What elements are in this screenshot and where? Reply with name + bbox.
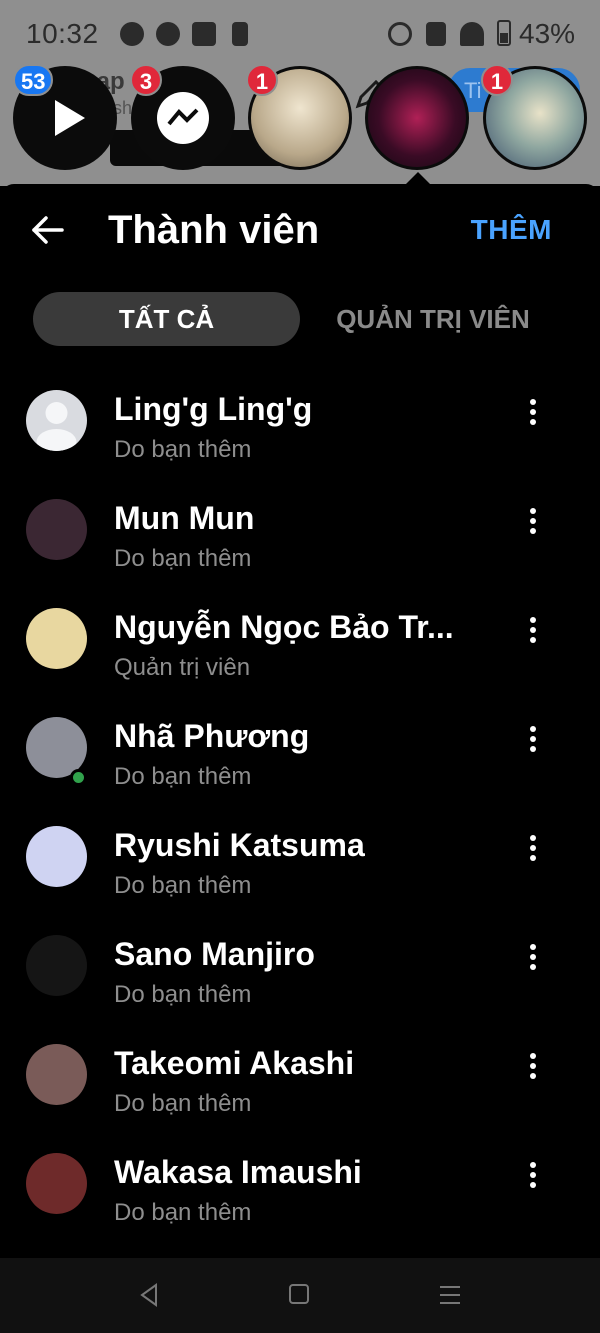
chat-bubble-notification-icon <box>156 22 180 46</box>
member-row[interactable]: Takeomi Akashi Do bạn thêm <box>0 1020 600 1129</box>
vibrate-icon <box>426 22 446 46</box>
more-vertical-icon[interactable] <box>522 614 544 650</box>
members-sheet: Thành viên THÊM TẤT CẢ QUẢN TRỊ VIÊN Lin… <box>0 184 600 1258</box>
background-chat-header: hap sh Ti 53 3 1 1 <box>0 64 600 186</box>
youtube-notification-icon <box>192 22 216 46</box>
member-role: Do bạn thêm <box>114 872 252 899</box>
avatar[interactable] <box>26 499 87 560</box>
wifi-icon <box>460 22 484 46</box>
background-pill-label: Ti <box>464 78 482 103</box>
avatar[interactable] <box>26 935 87 996</box>
member-name: Ryushi Katsuma <box>114 827 365 863</box>
messenger-notification-icon <box>120 22 144 46</box>
notification-badge: 53 <box>13 64 54 96</box>
alarm-icon <box>388 22 412 46</box>
member-name: Sano Manjiro <box>114 936 315 972</box>
member-row[interactable]: Ling'g Ling'g Do bạn thêm <box>0 366 600 475</box>
more-vertical-icon[interactable] <box>522 1159 544 1195</box>
avatar[interactable] <box>26 1044 87 1105</box>
more-vertical-icon[interactable] <box>522 723 544 759</box>
more-vertical-icon[interactable] <box>522 832 544 868</box>
member-filter-tabs: TẤT CẢ QUẢN TRỊ VIÊN <box>33 292 567 346</box>
member-row[interactable]: Nguyễn Ngọc Bảo Tr... Quản trị viên <box>0 584 600 693</box>
more-vertical-icon[interactable] <box>522 505 544 541</box>
member-role: Do bạn thêm <box>114 545 252 572</box>
system-navigation-bar <box>0 1258 600 1333</box>
avatar[interactable] <box>26 1153 87 1214</box>
more-vertical-icon[interactable] <box>522 1050 544 1086</box>
arrow-left-icon[interactable] <box>28 210 68 250</box>
member-row[interactable]: Sano Manjiro Do bạn thêm <box>0 911 600 1020</box>
nav-home-icon[interactable] <box>289 1284 309 1304</box>
member-name: Takeomi Akashi <box>114 1045 355 1081</box>
online-status-dot <box>70 769 87 786</box>
more-vertical-icon[interactable] <box>522 941 544 977</box>
sim-notification-icon <box>232 22 248 46</box>
member-row[interactable]: Nhã Phương Do bạn thêm <box>0 693 600 802</box>
avatar[interactable] <box>26 608 87 669</box>
member-role: Quản trị viên <box>114 654 251 681</box>
member-row[interactable]: Wakasa Imaushi Do bạn thêm <box>0 1129 600 1238</box>
member-row[interactable]: Mun Mun Do bạn thêm <box>0 475 600 584</box>
add-member-button[interactable]: THÊM <box>471 214 552 246</box>
chat-head-2[interactable] <box>365 66 469 170</box>
member-name: Wakasa Imaushi <box>114 1154 362 1190</box>
member-name: Nguyễn Ngọc Bảo Tr... <box>114 609 454 645</box>
notification-badge: 1 <box>481 64 513 96</box>
notification-badge: 1 <box>246 64 278 96</box>
member-role: Do bạn thêm <box>114 763 252 790</box>
more-vertical-icon[interactable] <box>522 396 544 432</box>
member-row[interactable]: Ryushi Katsuma Do bạn thêm <box>0 802 600 911</box>
battery-icon <box>497 20 511 46</box>
member-role: Do bạn thêm <box>114 436 252 463</box>
nav-back-icon[interactable] <box>136 1282 162 1308</box>
tab-admins[interactable]: QUẢN TRỊ VIÊN <box>313 292 553 346</box>
member-name: Nhã Phương <box>114 718 310 754</box>
tab-all[interactable]: TẤT CẢ <box>33 292 300 346</box>
member-name: Mun Mun <box>114 500 255 536</box>
battery-percent: 43% <box>519 18 576 49</box>
member-role: Do bạn thêm <box>114 1199 252 1226</box>
avatar[interactable] <box>26 390 87 451</box>
avatar[interactable] <box>26 826 87 887</box>
member-role: Do bạn thêm <box>114 981 252 1008</box>
page-title: Thành viên <box>108 208 320 252</box>
member-role: Do bạn thêm <box>114 1090 252 1117</box>
status-time: 10:32 <box>26 18 99 49</box>
chat-head-avatar <box>368 69 466 167</box>
sheet-header: Thành viên THÊM <box>0 184 600 280</box>
status-bar: 10:32 43% <box>0 0 600 66</box>
member-name: Ling'g Ling'g <box>114 391 313 427</box>
nav-recents-icon[interactable] <box>440 1286 460 1304</box>
notification-badge: 3 <box>130 64 162 96</box>
